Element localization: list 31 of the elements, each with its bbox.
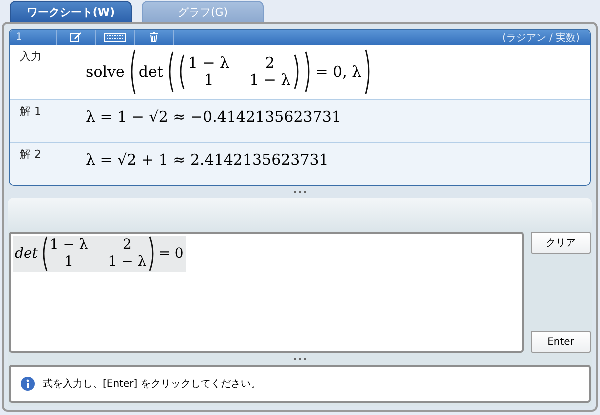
matrix-cell-text: 1 (64, 254, 75, 271)
equation-tail: = 0 (158, 246, 184, 262)
matrix-cell: 1 − λ (188, 55, 230, 72)
solution-expression: λ = 1 − √2 ≈ −0.4142135623731 (86, 108, 342, 126)
row-label: 解 1 (19, 104, 42, 120)
info-icon (21, 377, 35, 391)
mode-label: (ラジアン / 実数) (502, 32, 581, 44)
matrix-cell: 1 − λ (250, 72, 291, 89)
trash-icon[interactable] (149, 32, 159, 43)
operator-name: det (15, 246, 38, 262)
matrix-cell: 1 − λ (108, 254, 147, 271)
operator-name: det (138, 63, 164, 81)
matrix-cell-text: 2 (122, 237, 133, 254)
splitter-handle[interactable] (294, 358, 306, 360)
row-label: 解 2 (19, 147, 42, 163)
status-message: 式を入力し、[Enter] をクリックしてください。 (43, 378, 261, 391)
tab[interactable]: ワークシート(W) (10, 1, 132, 22)
edit-icon[interactable] (70, 32, 82, 43)
entry-number: 1 (10, 30, 57, 45)
solution-expression: λ = √2 + 1 ≈ 2.4142135623731 (86, 151, 329, 169)
enter-button[interactable]: Enter (531, 331, 591, 353)
splitter-handle[interactable] (294, 191, 306, 193)
function-name: solve (86, 63, 125, 81)
clear-button[interactable]: クリア (531, 232, 591, 254)
matrix-cell-text: 1 (203, 72, 215, 89)
matrix-cell-text: 2 (264, 55, 276, 72)
equation-tail: = 0, λ (316, 63, 362, 81)
keyboard-icon[interactable] (104, 33, 126, 42)
matrix-cell: 1 − λ (50, 237, 88, 254)
row-label: 入力 (19, 49, 43, 65)
input-field[interactable]: det 1 − λ 2 1 1 − λ = 0 (9, 232, 524, 353)
